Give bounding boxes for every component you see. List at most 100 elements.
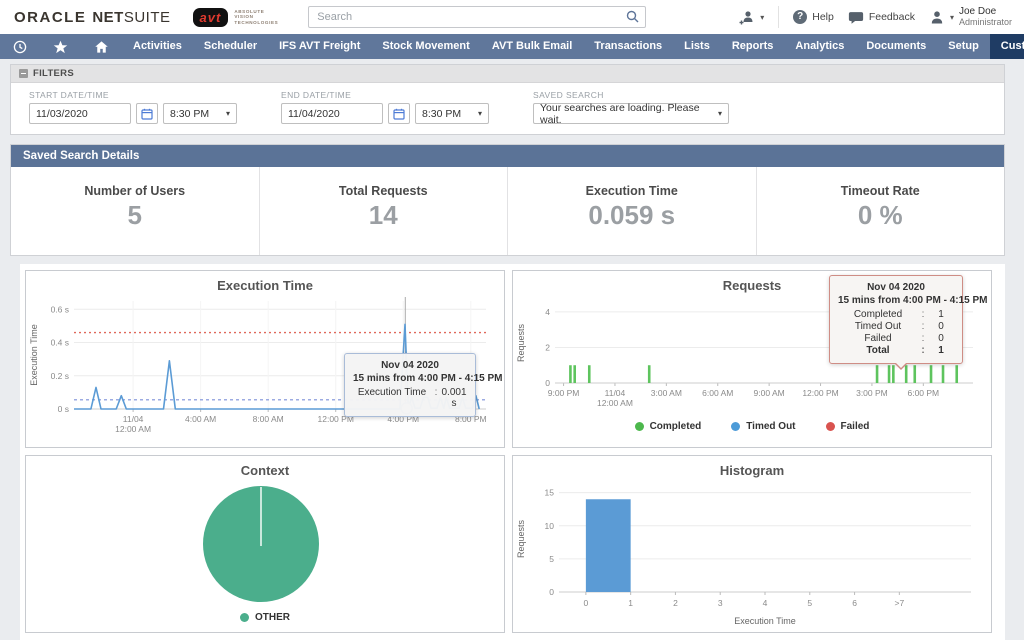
legend-item-other[interactable]: OTHER [240, 612, 290, 623]
svg-text:0.2 s: 0.2 s [51, 371, 69, 381]
nav-item-reports[interactable]: Reports [721, 34, 785, 59]
avt-logo[interactable]: avt ABSOLUTEVISIONTECHNOLOGIES [193, 8, 279, 27]
saved-search-details-header: Saved Search Details [11, 145, 1004, 167]
tooltip-row: Execution Time:0.001 s [353, 387, 467, 409]
requests-chart-panel: Requests 0249:00 PM11/0412:00 AM3:00 AM6… [512, 270, 992, 448]
netsuite-logo[interactable]: NET [92, 9, 124, 26]
feedback-icon [848, 10, 864, 25]
shortcuts-star-icon[interactable] [40, 34, 81, 59]
nav-item-activities[interactable]: Activities [122, 34, 193, 59]
svg-text:9:00 PM: 9:00 PM [548, 388, 580, 398]
svg-text:4: 4 [545, 307, 550, 317]
svg-text:Execution Time: Execution Time [734, 616, 796, 626]
saved-search-details-panel: Saved Search Details Number of Users5Tot… [10, 144, 1005, 256]
context-chart-title: Context [26, 456, 504, 478]
nav-item-ifs-avt-freight[interactable]: IFS AVT Freight [268, 34, 371, 59]
execution-time-chart-title: Execution Time [26, 271, 504, 293]
help-button[interactable]: ? Help [793, 10, 834, 24]
netsuite-dashboard: ORACLE NET SUITE avt ABSOLUTEVISIONTECHN… [0, 0, 1024, 640]
svg-text:5: 5 [807, 598, 812, 608]
metric-number-of-users: Number of Users5 [11, 167, 259, 255]
nav-item-analytics[interactable]: Analytics [784, 34, 855, 59]
oracle-logo[interactable]: ORACLE [14, 9, 86, 26]
collapse-icon[interactable] [19, 69, 28, 78]
avt-tagline: ABSOLUTEVISIONTECHNOLOGIES [234, 9, 278, 26]
user-avatar-icon [929, 10, 945, 25]
nav-item-avt-bulk-email[interactable]: AVT Bulk Email [481, 34, 583, 59]
end-date-calendar-button[interactable] [388, 103, 410, 124]
nav-item-customization[interactable]: Customization [990, 34, 1024, 59]
metric-timeout-rate: Timeout Rate0 % [756, 167, 1005, 255]
legend-dot [240, 613, 249, 622]
svg-text:0 s: 0 s [58, 404, 69, 414]
quick-add-menu[interactable]: ▾ [739, 10, 764, 25]
svg-text:4: 4 [763, 598, 768, 608]
top-header: ORACLE NET SUITE avt ABSOLUTEVISIONTECHN… [0, 0, 1024, 34]
end-datetime-filter: END DATE/TIME 8:30 PM ▾ [281, 90, 489, 124]
end-date-input[interactable] [281, 103, 383, 124]
end-datetime-label: END DATE/TIME [281, 90, 489, 100]
legend-item-failed[interactable]: Failed [826, 421, 870, 432]
legend-item-completed[interactable]: Completed [635, 421, 702, 432]
start-datetime-label: START DATE/TIME [29, 90, 237, 100]
home-icon[interactable] [81, 34, 122, 59]
svg-text:12:00 AM: 12:00 AM [115, 424, 151, 434]
search-icon[interactable] [626, 10, 639, 28]
end-time-select[interactable]: 8:30 PM ▾ [415, 103, 489, 124]
saved-search-select[interactable]: Your searches are loading. Please wait. … [533, 103, 729, 124]
svg-text:Execution Time: Execution Time [29, 324, 39, 386]
start-date-input[interactable] [29, 103, 131, 124]
svg-text:6:00 PM: 6:00 PM [907, 388, 939, 398]
metric-total-requests: Total Requests14 [259, 167, 508, 255]
context-legend: OTHER [26, 612, 504, 623]
filters-header[interactable]: FILTERS [11, 65, 1004, 83]
histogram-chart-title: Histogram [513, 456, 991, 478]
nav-item-scheduler[interactable]: Scheduler [193, 34, 268, 59]
start-time-select[interactable]: 8:30 PM ▾ [163, 103, 237, 124]
start-date-calendar-button[interactable] [136, 103, 158, 124]
svg-text:12:00 AM: 12:00 AM [597, 398, 633, 408]
saved-search-label: SAVED SEARCH [533, 90, 729, 100]
tooltip-row: Timed Out:0 [838, 321, 954, 332]
nav-item-transactions[interactable]: Transactions [583, 34, 673, 59]
nav-item-stock-movement[interactable]: Stock Movement [371, 34, 480, 59]
quick-add-icon [739, 10, 755, 25]
context-chart-panel: Context OTHER [25, 455, 505, 633]
legend-dot [826, 422, 835, 431]
tooltip-row: Total:1 [838, 345, 954, 356]
execution-time-chart-panel: Execution Time 0 s0.2 s0.4 s0.6 s11/0412… [25, 270, 505, 448]
svg-text:0.4 s: 0.4 s [51, 338, 69, 348]
svg-text:9:00 AM: 9:00 AM [754, 388, 785, 398]
svg-text:11/04: 11/04 [123, 414, 144, 424]
user-menu[interactable]: ▾ Joe Doe Administrator [929, 6, 1012, 28]
header-divider [778, 6, 779, 28]
filters-panel: FILTERS START DATE/TIME 8:30 PM ▾ END DA… [10, 64, 1005, 135]
user-role: Administrator [959, 17, 1012, 28]
histogram-bar-chart[interactable]: 0510150123456>7RequestsExecution Time [513, 478, 983, 630]
recent-records-icon[interactable] [0, 34, 40, 59]
feedback-button[interactable]: Feedback [848, 10, 915, 25]
svg-text:6:00 AM: 6:00 AM [702, 388, 733, 398]
search-input[interactable] [308, 6, 646, 28]
svg-text:11/04: 11/04 [605, 388, 626, 398]
nav-item-documents[interactable]: Documents [855, 34, 937, 59]
context-pie-chart[interactable] [26, 478, 496, 606]
filters-title: FILTERS [33, 68, 74, 79]
nav-item-setup[interactable]: Setup [937, 34, 990, 59]
requests-legend: Completed Timed Out Failed [513, 421, 991, 432]
charts-grid: Execution Time 0 s0.2 s0.4 s0.6 s11/0412… [20, 264, 1005, 640]
svg-text:12:00 PM: 12:00 PM [802, 388, 838, 398]
caret-down-icon: ▾ [226, 109, 230, 118]
legend-dot [635, 422, 644, 431]
caret-down-icon: ▾ [950, 13, 954, 22]
filters-body: START DATE/TIME 8:30 PM ▾ END DATE/TIME [11, 83, 1004, 134]
calendar-icon [393, 108, 405, 120]
user-identity: Joe Doe Administrator [959, 6, 1012, 28]
help-icon: ? [793, 10, 807, 24]
svg-text:5: 5 [549, 554, 554, 564]
svg-text:0: 0 [549, 587, 554, 597]
svg-text:0: 0 [545, 378, 550, 388]
legend-item-timed-out[interactable]: Timed Out [731, 421, 795, 432]
svg-text:6: 6 [852, 598, 857, 608]
nav-item-lists[interactable]: Lists [673, 34, 721, 59]
